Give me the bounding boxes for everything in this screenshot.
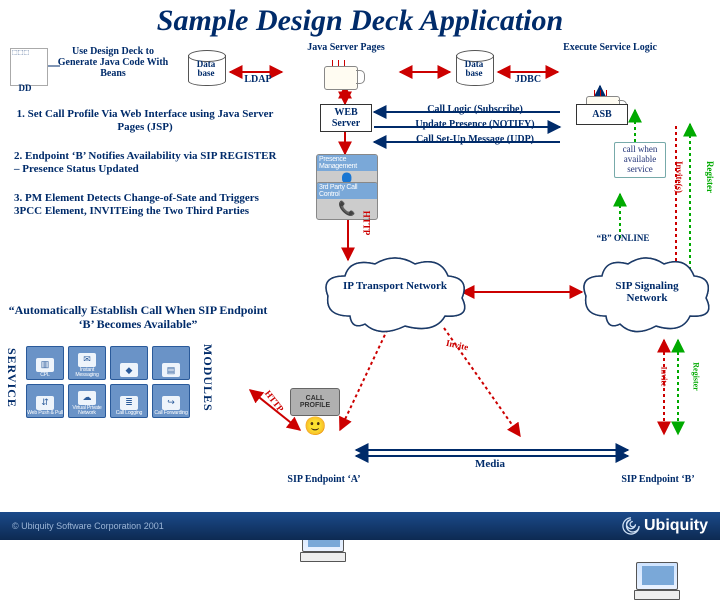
slide-title: Sample Design Deck Application [0, 0, 720, 40]
dd-description: Use Design Deck to Generate Java Code Wi… [54, 46, 172, 79]
database-2: Data base [456, 50, 492, 90]
sip-endpoint-a-label: SIP Endpoint ‘A’ [282, 474, 366, 485]
web-server-box: WEB Server [320, 104, 372, 132]
sip-endpoint-b-icon [634, 562, 680, 600]
diagram-stage: ⬚⬚⬚ DD Use Design Deck to Generate Java … [0, 42, 720, 512]
svc-call-log: ≣Call Logging [110, 384, 148, 418]
database-1: Data base [188, 50, 224, 90]
footer-bar: © Ubiquity Software Corporation 2001 Ubi… [0, 512, 720, 540]
step-3: 3. PM Element Detects Change-of-Sate and… [14, 192, 284, 217]
modules-vertical-label: MODULES [200, 344, 215, 412]
ip-transport-cloud [320, 256, 470, 336]
update-presence-label: Update Presence (NOTIFY) [396, 119, 554, 130]
svc-im: ✉Instant Messaging [68, 346, 106, 380]
ip-transport-label: IP Transport Network [340, 280, 450, 292]
user-icon: 🙂 [304, 416, 326, 437]
service-module-grid: ▥CPL ✉Instant Messaging ◆ ▤ ⇵Web Push & … [26, 346, 190, 418]
register-label-1: Register [705, 161, 715, 193]
ldap-label: LDAP [236, 74, 280, 85]
jsp-label: Java Server Pages [298, 42, 394, 53]
dd-label: DD [10, 84, 40, 94]
svc-web-push: ⇵Web Push & Pull [26, 384, 64, 418]
svc-vpn: ☁Virtual Private Network [68, 384, 106, 418]
design-deck-icon: ⬚⬚⬚ [10, 48, 48, 86]
call-profile-badge: CALL PROFILE [290, 388, 340, 416]
invite-label-2: Invite [660, 367, 669, 387]
execute-service-logic: Execute Service Logic [560, 42, 660, 53]
copyright: © Ubiquity Software Corporation 2001 [12, 521, 164, 531]
media-label: Media [460, 458, 520, 470]
http-label-1: HTTP [361, 211, 371, 236]
b-online-label: “B” ONLINE [595, 234, 651, 244]
brand-name: Ubiquity [644, 517, 708, 535]
jsp-cup-icon [324, 66, 364, 96]
swirl-icon [622, 517, 640, 535]
jdbc-label: JDBC [506, 74, 550, 85]
svc-blank2: ▤ [152, 346, 190, 380]
call-setup-label: Call Set-Up Message (UDP) [396, 134, 554, 145]
quote-text: “Automatically Establish Call When SIP E… [8, 304, 268, 332]
call-logic-label: Call Logic (Subscribe) [396, 104, 554, 115]
sip-endpoint-b-label: SIP Endpoint ‘B’ [616, 474, 700, 485]
brand-logo: Ubiquity [622, 517, 708, 535]
call-when-available-note: call when available service [614, 142, 666, 178]
svc-blank1: ◆ [110, 346, 148, 380]
service-vertical-label: SERVICE [4, 348, 19, 408]
asb-box: ASB [576, 104, 628, 125]
sip-signaling-label: SIP Signaling Network [594, 280, 700, 304]
invite-s-label: Invite(s) [674, 161, 684, 193]
svc-cpl: ▥CPL [26, 346, 64, 380]
step-1: 1. Set Call Profile Via Web Interface us… [14, 108, 276, 133]
register-label-2: Register [692, 362, 701, 390]
step-2: 2. Endpoint ‘B’ Notifies Availability vi… [14, 150, 284, 175]
svc-call-fwd: ↪Call Forwarding [152, 384, 190, 418]
